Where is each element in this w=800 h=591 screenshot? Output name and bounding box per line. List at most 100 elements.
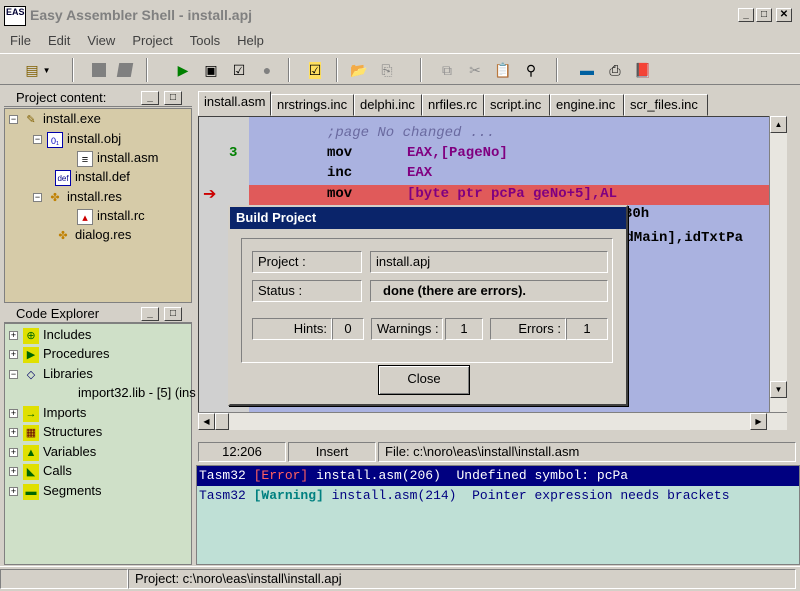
project-panel-maximize-button[interactable]: □ bbox=[164, 91, 182, 105]
scroll-right-button[interactable]: ▶ bbox=[750, 413, 767, 430]
code-explorer-title: Code Explorer bbox=[16, 306, 100, 321]
menu-view[interactable]: View bbox=[77, 31, 122, 48]
messages-panel: Tasm32 [Error] install.asm(206) Undefine… bbox=[196, 465, 800, 565]
expand-icon[interactable]: + bbox=[9, 467, 18, 477]
copy-button[interactable]: ⧉ bbox=[436, 59, 458, 81]
structures-icon: ▦ bbox=[23, 424, 39, 441]
menu-tools[interactable]: Tools bbox=[180, 31, 227, 48]
paste-button[interactable]: 📋 bbox=[492, 59, 514, 81]
tree-item-import32-lib[interactable]: import32.lib - [5] (ins bbox=[78, 383, 196, 402]
tree-item-libraries[interactable]: − ◇ Libraries bbox=[9, 364, 93, 383]
dialog-body: Project : install.apj Status : done (the… bbox=[241, 238, 613, 363]
horizontal-scrollbar[interactable]: ◀ ▶ bbox=[198, 412, 787, 430]
tree-item-dialog-res[interactable]: ✤ dialog.res bbox=[55, 225, 131, 244]
tree-item-structures[interactable]: + ▦ Structures bbox=[9, 422, 102, 441]
dialog-close-button[interactable]: Close bbox=[378, 365, 470, 395]
tab-nrstrings-inc[interactable]: nrstrings.inc bbox=[271, 94, 354, 116]
tab-scr-files-inc[interactable]: scr_files.inc bbox=[624, 94, 708, 116]
expand-icon[interactable]: + bbox=[9, 487, 18, 497]
menu-help[interactable]: Help bbox=[227, 31, 271, 48]
menu-project[interactable]: Project bbox=[122, 31, 179, 48]
new-dropdown-button[interactable]: ▤ ▼ bbox=[20, 59, 56, 81]
compile-button[interactable]: ☑ bbox=[304, 59, 326, 81]
tree-item-includes[interactable]: + ⊕ Includes bbox=[9, 325, 91, 344]
tree-item-variables[interactable]: + ▲ Variables bbox=[9, 442, 96, 461]
expand-icon[interactable]: + bbox=[9, 448, 18, 458]
stop-button[interactable] bbox=[88, 59, 110, 81]
find-button[interactable]: ⚲ bbox=[520, 59, 542, 81]
status-bar: Project: c:\noro\eas\install\install.apj bbox=[0, 566, 800, 591]
message-warning[interactable]: Tasm32 [Warning] install.asm(214) Pointe… bbox=[197, 486, 799, 506]
tab-script-inc[interactable]: script.inc bbox=[484, 94, 550, 116]
run-button[interactable]: ▶ bbox=[172, 59, 194, 81]
collapse-icon[interactable]: − bbox=[33, 135, 42, 145]
tree-item-install-rc[interactable]: ▴ install.rc bbox=[77, 206, 145, 225]
open-button[interactable]: 📂 bbox=[348, 59, 370, 81]
options-button[interactable]: ▬ bbox=[576, 59, 598, 81]
tree-item-segments[interactable]: + ▬ Segments bbox=[9, 481, 102, 500]
maximize-button[interactable]: □ bbox=[756, 8, 772, 22]
check-button[interactable]: ☑ bbox=[228, 59, 250, 81]
code-operand: ndMain],idTxtPa bbox=[617, 230, 744, 246]
message-error[interactable]: Tasm32 [Error] install.asm(206) Undefine… bbox=[197, 466, 799, 486]
print-button[interactable]: ⎙ bbox=[604, 59, 626, 81]
app-icon: EAS bbox=[4, 6, 26, 26]
code-operand: [byte ptr pcPa geNo+5],AL bbox=[407, 186, 618, 202]
scroll-thumb[interactable] bbox=[215, 413, 229, 430]
code-explorer-maximize-button[interactable]: □ bbox=[164, 307, 182, 321]
hints-value: 0 bbox=[332, 318, 364, 340]
stop-all-icon bbox=[116, 63, 134, 77]
code-explorer-minimize-button[interactable]: _ bbox=[141, 307, 159, 321]
stop-icon bbox=[92, 63, 106, 77]
expand-icon[interactable]: + bbox=[9, 331, 18, 341]
tab-engine-inc[interactable]: engine.inc bbox=[550, 94, 624, 116]
build-button[interactable]: ▣ bbox=[200, 59, 222, 81]
status-label: Status : bbox=[252, 280, 362, 302]
code-operand: EAX,[PageNo] bbox=[407, 145, 508, 161]
code-comment: ;page No changed ... bbox=[327, 125, 496, 141]
tree-item-imports[interactable]: + → Imports bbox=[9, 403, 86, 422]
binoculars-icon: ⚲ bbox=[525, 61, 537, 78]
window-title: Easy Assembler Shell - install.apj bbox=[30, 7, 253, 23]
printer-icon: ⎙ bbox=[609, 61, 621, 78]
collapse-icon[interactable]: − bbox=[9, 115, 18, 125]
scroll-left-button[interactable]: ◀ bbox=[198, 413, 215, 430]
expand-icon[interactable]: + bbox=[9, 409, 18, 419]
scroll-up-button[interactable]: ▲ bbox=[770, 116, 787, 133]
collapse-icon[interactable]: − bbox=[33, 193, 42, 203]
expand-icon[interactable]: + bbox=[9, 350, 18, 360]
project-panel-minimize-button[interactable]: _ bbox=[141, 91, 159, 105]
vertical-scrollbar[interactable]: ▲ ▼ bbox=[769, 116, 787, 415]
expand-icon[interactable]: + bbox=[9, 428, 18, 438]
tree-item-install-res[interactable]: − ✤ install.res bbox=[33, 187, 122, 206]
tree-item-install-def[interactable]: def install.def bbox=[55, 167, 130, 186]
cut-button[interactable]: ✂ bbox=[464, 59, 486, 81]
scroll-down-button[interactable]: ▼ bbox=[770, 381, 787, 398]
project-path: Project: c:\noro\eas\install\install.apj bbox=[128, 569, 796, 589]
menu-file[interactable]: File bbox=[0, 31, 38, 48]
tree-item-calls[interactable]: + ◣ Calls bbox=[9, 461, 72, 480]
tab-install-asm[interactable]: install.asm bbox=[198, 91, 271, 116]
tree-item-install-obj[interactable]: −0₁ install.obj bbox=[33, 129, 121, 148]
debug-button[interactable]: ● bbox=[256, 59, 278, 81]
save-button[interactable]: ⎘ bbox=[376, 59, 398, 81]
build-icon: ▣ bbox=[204, 61, 218, 78]
error-arrow-icon: ➔ bbox=[203, 186, 217, 203]
help-button[interactable]: 📕 bbox=[632, 59, 654, 81]
minimize-button[interactable]: _ bbox=[738, 8, 754, 22]
tree-item-install-asm[interactable]: ≡ install.asm bbox=[77, 148, 158, 167]
tree-item-procedures[interactable]: + ▶ Procedures bbox=[9, 344, 109, 363]
exe-icon: ✎ bbox=[26, 113, 36, 126]
procedures-icon: ▶ bbox=[23, 346, 39, 363]
stop-all-button[interactable] bbox=[114, 59, 136, 81]
title-bar: EAS Easy Assembler Shell - install.apj _… bbox=[0, 0, 800, 29]
menu-edit[interactable]: Edit bbox=[38, 31, 77, 48]
close-window-button[interactable]: ✕ bbox=[776, 8, 792, 22]
collapse-icon[interactable]: − bbox=[9, 370, 18, 380]
insert-mode: Insert bbox=[288, 442, 376, 462]
tab-nrfiles-rc[interactable]: nrfiles.rc bbox=[422, 94, 484, 116]
window-icon: ▬ bbox=[580, 62, 594, 78]
tree-item-install-exe[interactable]: − ✎ install.exe bbox=[9, 109, 101, 128]
code-operand: EAX bbox=[407, 165, 433, 181]
tab-delphi-inc[interactable]: delphi.inc bbox=[354, 94, 422, 116]
